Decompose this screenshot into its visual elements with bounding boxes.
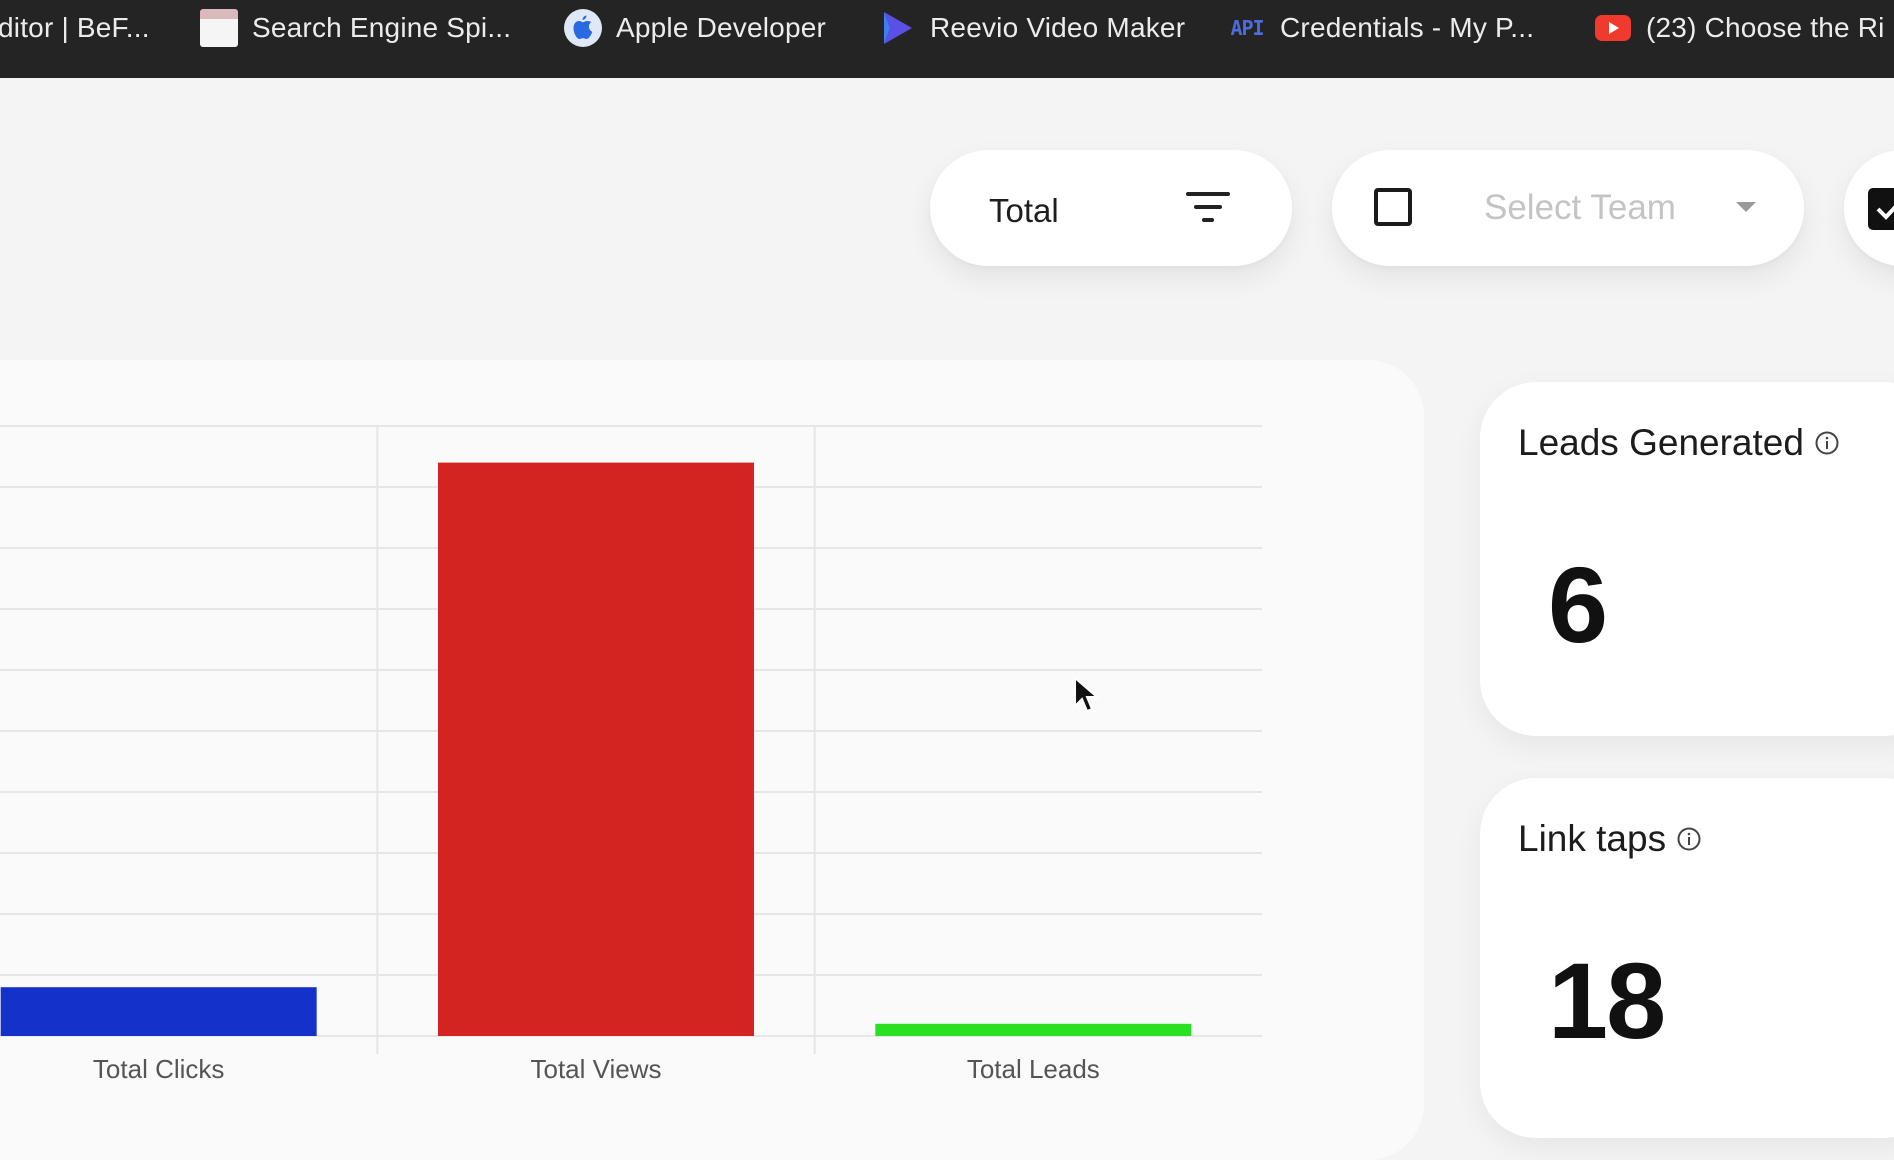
team-select-placeholder: Select Team xyxy=(1484,188,1676,227)
leads-generated-card: Leads Generated 6 xyxy=(1480,382,1894,736)
play-icon xyxy=(878,9,916,47)
bookmark-item[interactable]: (23) Choose the Ri xyxy=(1594,0,1885,56)
link-taps-title: Link taps xyxy=(1518,818,1702,860)
leads-generated-label: Leads Generated xyxy=(1518,422,1804,463)
api-icon: API xyxy=(1230,16,1264,40)
team-checkbox[interactable] xyxy=(1374,188,1412,226)
bookmark-item[interactable]: API Credentials - My P... xyxy=(1228,0,1534,56)
bookmark-label: (23) Choose the Ri xyxy=(1646,12,1885,43)
bookmark-label: Credentials - My P... xyxy=(1280,12,1535,43)
apple-icon xyxy=(564,9,602,47)
chevron-down-icon xyxy=(1736,202,1756,212)
leads-generated-title: Leads Generated xyxy=(1518,422,1840,464)
youtube-icon xyxy=(1594,9,1632,47)
bookmark-item[interactable]: ditor | BeF... xyxy=(0,0,150,56)
link-taps-card: Link taps 18 xyxy=(1480,778,1894,1138)
link-taps-value: 18 xyxy=(1548,940,1666,1061)
leads-generated-value: 6 xyxy=(1548,544,1608,665)
x-tick-label: Total Leads xyxy=(967,1054,1100,1080)
checked-checkbox-icon[interactable] xyxy=(1868,188,1894,230)
bookmarks-bar: ditor | BeF... Search Engine Spi... Appl… xyxy=(0,0,1894,78)
bookmark-label: Search Engine Spi... xyxy=(252,12,512,43)
bookmark-item[interactable]: Reevio Video Maker xyxy=(878,0,1185,56)
link-taps-label: Link taps xyxy=(1518,818,1667,859)
bookmark-label: Apple Developer xyxy=(616,12,827,43)
bookmark-item[interactable]: Search Engine Spi... xyxy=(200,0,511,56)
bar-total-clicks xyxy=(0,987,317,1036)
bar-chart: Total Clicks Total Views Total Leads xyxy=(0,425,1262,1080)
mole-favicon-icon xyxy=(200,9,238,47)
info-icon[interactable] xyxy=(1676,826,1702,852)
filter-icon xyxy=(1184,190,1232,229)
info-icon[interactable] xyxy=(1814,430,1840,456)
mouse-cursor-icon xyxy=(1072,675,1102,721)
bar-total-views xyxy=(438,462,754,1037)
x-tick-label: Total Views xyxy=(530,1054,661,1080)
total-label: Total xyxy=(989,192,1059,229)
bookmark-item[interactable]: Apple Developer xyxy=(564,0,826,56)
bookmark-label: Reevio Video Maker xyxy=(930,12,1186,43)
team-select[interactable]: Select Team xyxy=(1332,150,1804,266)
bookmark-label: ditor | BeF... xyxy=(0,12,150,43)
x-tick-label: Total Clicks xyxy=(93,1054,224,1080)
bar-total-leads xyxy=(875,1023,1192,1036)
total-filter-button[interactable]: Total xyxy=(930,150,1292,266)
select-all-control[interactable] xyxy=(1844,150,1894,266)
